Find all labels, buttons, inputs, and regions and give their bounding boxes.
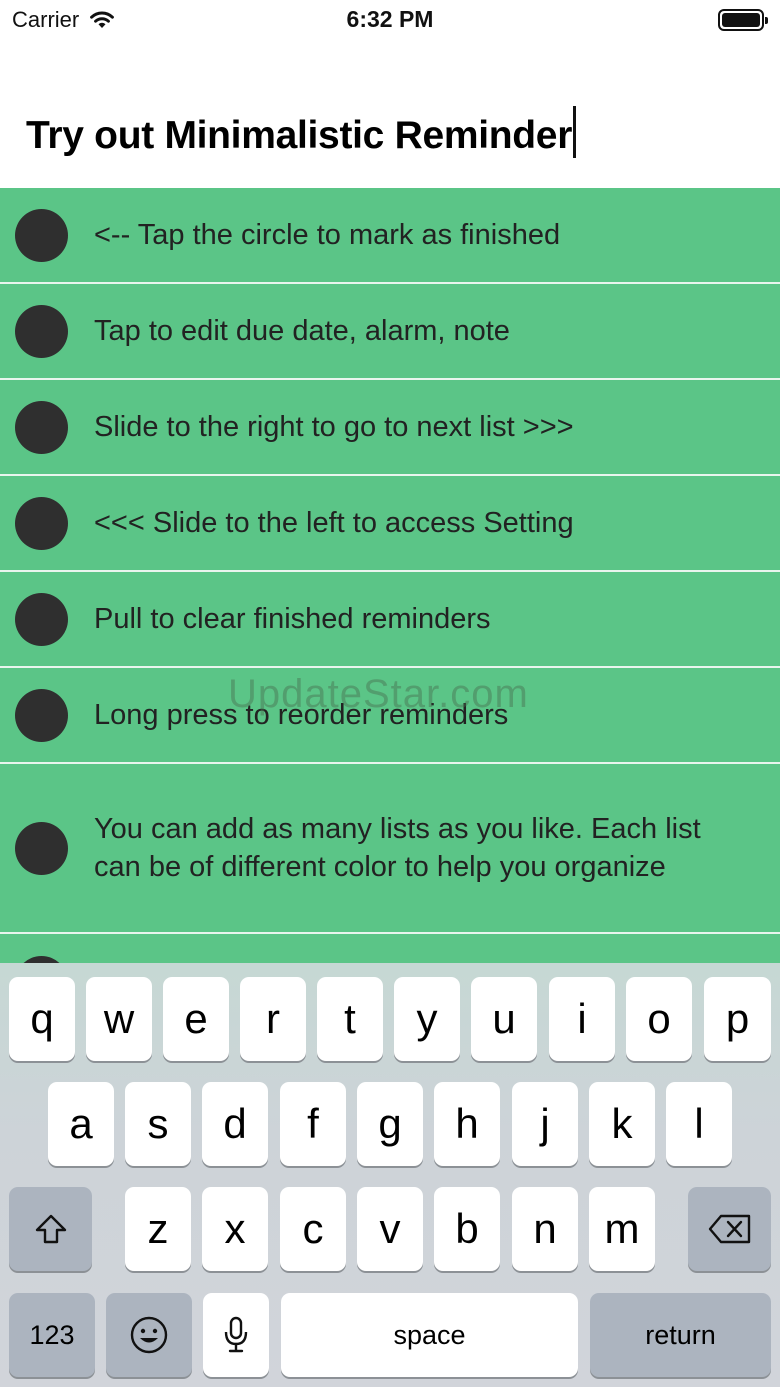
key-k[interactable]: k xyxy=(589,1082,655,1166)
key-v[interactable]: v xyxy=(357,1187,423,1271)
battery-cap xyxy=(765,17,768,24)
key-l[interactable]: l xyxy=(666,1082,732,1166)
key-i[interactable]: i xyxy=(549,977,615,1061)
complete-circle-button[interactable] xyxy=(15,400,68,454)
emoji-icon xyxy=(130,1316,168,1354)
complete-circle-button[interactable] xyxy=(15,956,68,963)
key-o[interactable]: o xyxy=(626,977,692,1061)
shift-icon xyxy=(35,1214,66,1244)
reminder-row-partial[interactable] xyxy=(0,934,780,963)
key-e[interactable]: e xyxy=(163,977,229,1061)
complete-circle-button[interactable] xyxy=(15,208,68,262)
key-s[interactable]: s xyxy=(125,1082,191,1166)
key-t[interactable]: t xyxy=(317,977,383,1061)
microphone-icon xyxy=(224,1316,248,1353)
key-d[interactable]: d xyxy=(202,1082,268,1166)
key-q[interactable]: q xyxy=(9,977,75,1061)
delete-icon xyxy=(708,1214,750,1244)
complete-circle-button[interactable] xyxy=(15,304,68,358)
battery-level xyxy=(722,13,760,27)
key-w[interactable]: w xyxy=(86,977,152,1061)
onscreen-keyboard: q w e r t y u i o p a s d f g h j k l z … xyxy=(0,963,780,1387)
key-n[interactable]: n xyxy=(512,1187,578,1271)
key-a[interactable]: a xyxy=(48,1082,114,1166)
text-caret xyxy=(573,106,577,158)
reminder-text: Long press to reorder reminders xyxy=(94,699,509,731)
reminder-text: Pull to clear finished reminders xyxy=(94,603,491,635)
key-u[interactable]: u xyxy=(471,977,537,1061)
key-m[interactable]: m xyxy=(589,1187,655,1271)
reminder-row[interactable]: <-- Tap the circle to mark as finished xyxy=(0,188,780,284)
key-x[interactable]: x xyxy=(202,1187,268,1271)
key-f[interactable]: f xyxy=(280,1082,346,1166)
key-j[interactable]: j xyxy=(512,1082,578,1166)
numbers-key[interactable]: 123 xyxy=(9,1293,95,1377)
key-c[interactable]: c xyxy=(280,1187,346,1271)
reminder-list[interactable]: <-- Tap the circle to mark as finished T… xyxy=(0,188,780,963)
reminder-row[interactable]: Long press to reorder reminders xyxy=(0,668,780,764)
key-y[interactable]: y xyxy=(394,977,460,1061)
shift-key[interactable] xyxy=(9,1187,92,1271)
complete-circle-button[interactable] xyxy=(15,821,68,875)
reminder-text: Tap to edit due date, alarm, note xyxy=(94,315,510,347)
reminder-text: You can add as many lists as you like. E… xyxy=(94,813,701,883)
complete-circle-button[interactable] xyxy=(15,688,68,742)
reminder-row[interactable]: <<< Slide to the left to access Setting xyxy=(0,476,780,572)
reminder-text: <<< Slide to the left to access Setting xyxy=(94,507,574,539)
key-p[interactable]: p xyxy=(704,977,771,1061)
complete-circle-button[interactable] xyxy=(15,592,68,646)
key-r[interactable]: r xyxy=(240,977,306,1061)
list-title-input[interactable]: Try out Minimalistic Reminder xyxy=(26,106,577,158)
status-bar: Carrier 6:32 PM xyxy=(0,0,780,40)
reminder-row[interactable]: Slide to the right to go to next list >>… xyxy=(0,380,780,476)
battery-full-icon xyxy=(718,9,768,31)
dictation-key[interactable] xyxy=(203,1293,269,1377)
key-z[interactable]: z xyxy=(125,1187,191,1271)
reminder-text: Slide to the right to go to next list >>… xyxy=(94,411,574,443)
space-key[interactable]: space xyxy=(281,1293,578,1377)
status-time: 6:32 PM xyxy=(346,6,434,32)
key-h[interactable]: h xyxy=(434,1082,500,1166)
reminder-text: <-- Tap the circle to mark as finished xyxy=(94,219,561,251)
delete-key[interactable] xyxy=(688,1187,771,1271)
reminder-row[interactable]: Tap to edit due date, alarm, note xyxy=(0,284,780,380)
complete-circle-button[interactable] xyxy=(15,496,68,550)
key-g[interactable]: g xyxy=(357,1082,423,1166)
list-title-area[interactable]: Try out Minimalistic Reminder xyxy=(0,92,780,172)
list-title-text: Try out Minimalistic Reminder xyxy=(26,114,573,157)
reminder-row[interactable]: Pull to clear finished reminders xyxy=(0,572,780,668)
emoji-key[interactable] xyxy=(106,1293,192,1377)
reminder-row[interactable]: You can add as many lists as you like. E… xyxy=(0,764,780,934)
return-key[interactable]: return xyxy=(590,1293,771,1377)
key-b[interactable]: b xyxy=(434,1187,500,1271)
